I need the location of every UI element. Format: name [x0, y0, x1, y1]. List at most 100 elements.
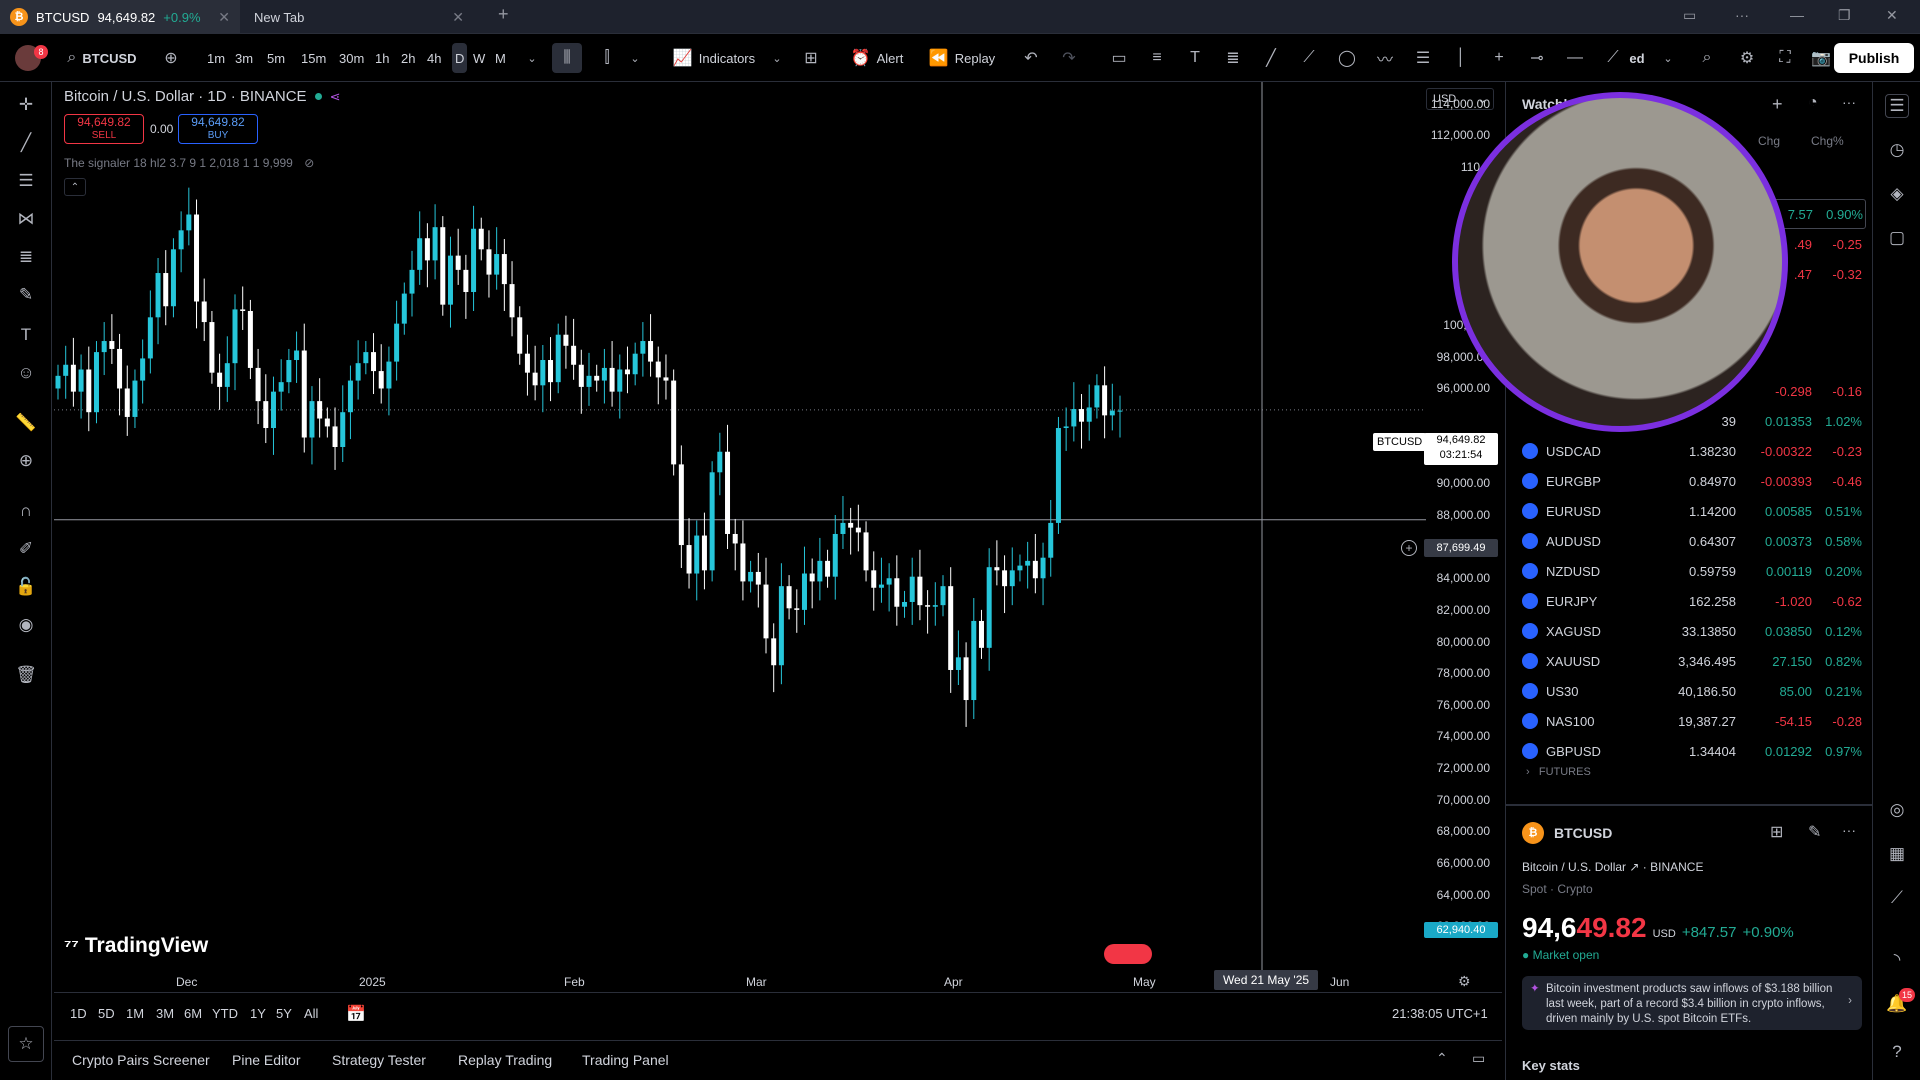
interval-15m[interactable]: 15m [298, 43, 329, 73]
ruler-icon[interactable]: 📏 [13, 410, 39, 436]
magnet-icon[interactable]: ∩ [13, 498, 39, 524]
indicator-legend[interactable]: The signaler 18 hl2 3.7 9 1 2,018 1 1 9,… [64, 156, 314, 170]
collapse-up-icon[interactable]: ⌃ [1436, 1050, 1448, 1067]
brush-tool-icon[interactable]: ⟋ [1296, 43, 1322, 73]
list-item[interactable]: NAS100 19,387.27 -54.15 -0.28 [1506, 706, 1873, 736]
alert-button[interactable]: ⏰ Alert [844, 43, 910, 73]
clock[interactable]: 21:38:05 UTC+1 [1392, 1006, 1488, 1021]
add-alert-icon[interactable]: + [1401, 540, 1417, 556]
more-icon[interactable]: ··· [1735, 7, 1749, 23]
add-symbol-icon[interactable]: + [1772, 94, 1783, 115]
text-icon[interactable]: T [13, 322, 39, 348]
lock-drawing-icon[interactable]: ✐ [13, 536, 39, 562]
help-icon[interactable]: ? [1885, 1040, 1909, 1064]
list-item[interactable]: EURUSD 1.14200 0.00585 0.51% [1506, 496, 1873, 526]
panel-tab[interactable]: Crypto Pairs Screener [72, 1052, 210, 1068]
interval-M[interactable]: M [492, 43, 509, 73]
layout-icon[interactable]: ⊞ [798, 43, 824, 73]
symbol-search[interactable]: ⌕ BTCUSD [62, 43, 142, 73]
column-chgp[interactable]: Chg% [1811, 134, 1844, 148]
list-item[interactable]: NZDUSD 0.59759 0.00119 0.20% [1506, 556, 1873, 586]
display-icon[interactable]: ▭ [1683, 7, 1696, 24]
more-icon[interactable]: ··· [1842, 94, 1856, 110]
brush-icon[interactable]: ✎ [13, 282, 39, 308]
lock-icon[interactable]: 🔓 [13, 574, 39, 600]
list-item[interactable]: XAGUSD 33.13850 0.03850 0.12% [1506, 616, 1873, 646]
trend-line-icon[interactable]: ╱ [13, 130, 39, 156]
range-YTD[interactable]: YTD [212, 1006, 238, 1021]
range-1M[interactable]: 1M [126, 1006, 144, 1021]
list-item[interactable]: AUDUSD 0.64307 0.00373 0.58% [1506, 526, 1873, 556]
range-1D[interactable]: 1D [70, 1006, 87, 1021]
eye-icon[interactable]: ◉ [13, 612, 39, 638]
panel-tab[interactable]: Trading Panel [582, 1052, 669, 1068]
target-icon[interactable]: ◎ [1885, 798, 1909, 822]
redo-icon[interactable]: ↷ [1056, 43, 1082, 73]
magnet-search-icon[interactable]: ⌕ [1694, 43, 1720, 73]
interval-dropdown-icon[interactable]: ⌄ [524, 43, 540, 73]
sell-button[interactable]: 94,649.82 SELL [64, 114, 144, 144]
broadcast-icon[interactable]: ◝ [1885, 948, 1909, 972]
pattern-icon[interactable]: ⋈ [13, 206, 39, 232]
chart-area[interactable]: Bitcoin / U.S. Dollar · 1D · BINANCE ⋖ 9… [54, 82, 1502, 992]
range-3M[interactable]: 3M [156, 1006, 174, 1021]
alerts-clock-icon[interactable]: ◷ [1885, 138, 1909, 162]
collapse-icon[interactable]: ⌃ [64, 178, 86, 196]
hide-icon[interactable]: ⊘ [304, 156, 314, 170]
crosshair-icon[interactable]: ✛ [13, 92, 39, 118]
maximize-icon[interactable]: ❐ [1838, 7, 1851, 24]
interval-1m[interactable]: 1m [204, 43, 228, 73]
minimize-icon[interactable]: — [1790, 7, 1804, 23]
chat-icon[interactable]: ▢ [1885, 226, 1909, 250]
interval-W[interactable]: W [470, 43, 488, 73]
list-item[interactable]: US30 40,186.50 85.00 0.21% [1506, 676, 1873, 706]
list-item[interactable]: XAUUSD 3,346.495 27.150 0.82% [1506, 646, 1873, 676]
window-close-icon[interactable]: ✕ [1886, 7, 1898, 24]
vertical-line-icon[interactable]: │ [1448, 43, 1474, 73]
indicators-dropdown-icon[interactable]: ⌄ [770, 43, 784, 73]
tab-new[interactable]: New Tab ✕ [244, 0, 474, 34]
advanced-view-icon[interactable]: ◔ [1808, 94, 1818, 112]
calendar-icon[interactable]: 📅 [346, 1004, 366, 1024]
share-icon[interactable]: ⋖ [330, 89, 341, 105]
range-6M[interactable]: 6M [184, 1006, 202, 1021]
calendar-icon[interactable]: ▦ [1885, 842, 1909, 866]
new-tab-icon[interactable]: + [498, 4, 509, 25]
range-1Y[interactable]: 1Y [250, 1006, 266, 1021]
panel-tab[interactable]: Pine Editor [232, 1052, 300, 1068]
compare-add-icon[interactable]: ⊕ [158, 43, 184, 73]
layers-icon[interactable]: ◈ [1885, 182, 1909, 206]
range-5Y[interactable]: 5Y [276, 1006, 292, 1021]
news-card[interactable]: ✦ Bitcoin investment products saw inflow… [1522, 976, 1862, 1030]
chart-icon[interactable]: ⟋ [1885, 886, 1909, 910]
fullscreen-icon[interactable]: ⛶ [1772, 43, 1798, 73]
dropdown-icon[interactable]: ⌄ [1658, 43, 1678, 73]
candles-icon[interactable]: ⫼ [552, 43, 582, 73]
interval-2h[interactable]: 2h [398, 43, 418, 73]
chart-type-icon[interactable]: ⫿ [594, 43, 620, 73]
settings-icon[interactable]: ⚙ [1458, 973, 1471, 990]
settings-icon[interactable]: ⚙ [1734, 43, 1760, 73]
maximize-panel-icon[interactable]: ▭ [1472, 1050, 1485, 1067]
more-icon[interactable]: ··· [1842, 822, 1856, 838]
interval-30m[interactable]: 30m [336, 43, 367, 73]
path-icon[interactable]: 〰 [1372, 43, 1398, 73]
indicators-button[interactable]: 📈 Indicators [666, 43, 762, 73]
emoji-icon[interactable]: ☺ [13, 360, 39, 386]
zoom-icon[interactable]: ⊕ [13, 448, 39, 474]
parallel-icon[interactable]: ☰ [1410, 43, 1436, 73]
channel-icon[interactable]: ≡ [1144, 43, 1170, 73]
interval-D[interactable]: D [452, 43, 468, 73]
interval-5m[interactable]: 5m [264, 43, 288, 73]
price-chart[interactable] [54, 82, 1502, 992]
pitchfork-icon[interactable]: ≣ [1220, 43, 1246, 73]
ray-icon[interactable]: ⊸ [1524, 43, 1550, 73]
event-flag-icon[interactable] [1104, 944, 1152, 964]
range-All[interactable]: All [304, 1006, 318, 1021]
chart-type-dropdown-icon[interactable]: ⌄ [628, 43, 642, 73]
watchlist-icon[interactable]: ☰ [1885, 94, 1909, 118]
fib-icon[interactable]: ≣ [13, 244, 39, 270]
column-chg[interactable]: Chg [1758, 134, 1780, 148]
user-avatar[interactable]: 8 [10, 43, 48, 73]
edit-icon[interactable]: ✎ [1808, 822, 1821, 842]
